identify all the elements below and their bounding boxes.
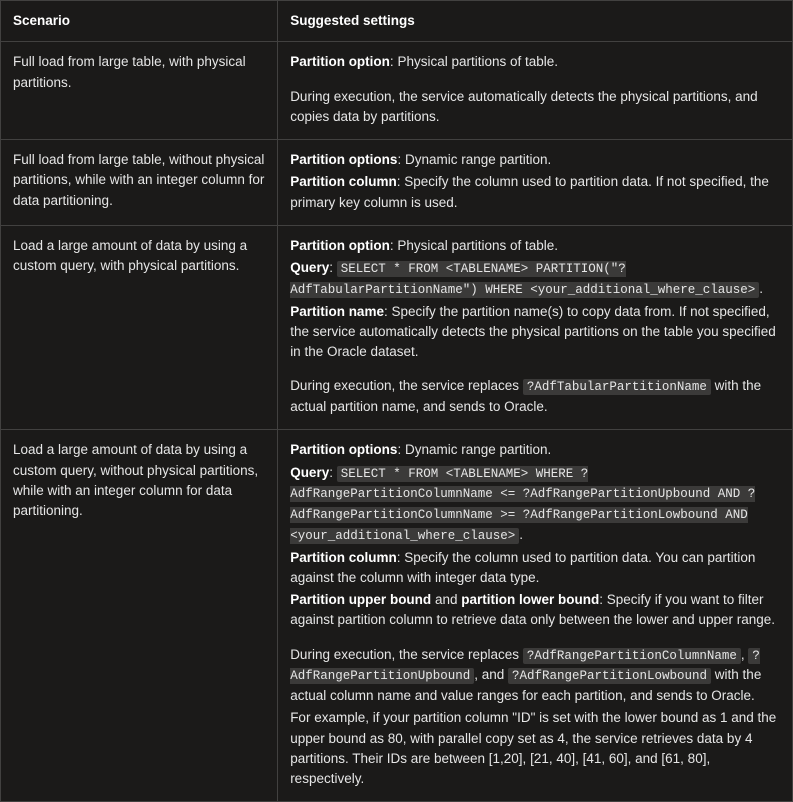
value: : Physical partitions of table. <box>390 238 558 253</box>
scenario-cell: Load a large amount of data by using a c… <box>1 430 278 802</box>
label: Partition column <box>290 174 397 189</box>
suggested-cell: Partition option: Physical partitions of… <box>278 225 793 430</box>
label: Partition options <box>290 152 397 167</box>
scenario-cell: Load a large amount of data by using a c… <box>1 225 278 430</box>
query-code: SELECT * FROM <TABLENAME> PARTITION("?Ad… <box>290 261 759 298</box>
label: Partition option <box>290 238 390 253</box>
table-row: Full load from large table, with physica… <box>1 42 793 140</box>
exec-note: During execution, the service automatica… <box>290 87 780 128</box>
value: : Dynamic range partition. <box>397 442 551 457</box>
and-word: and <box>431 592 461 607</box>
header-scenario: Scenario <box>1 1 278 42</box>
label: Query <box>290 465 329 480</box>
scenario-cell: Full load from large table, without phys… <box>1 140 278 226</box>
label: Query <box>290 260 329 275</box>
label: Partition upper bound <box>290 592 431 607</box>
settings-table: Scenario Suggested settings Full load fr… <box>0 0 793 802</box>
label: Partition name <box>290 304 384 319</box>
table-row: Load a large amount of data by using a c… <box>1 225 793 430</box>
value: : Dynamic range partition. <box>397 152 551 167</box>
header-suggested: Suggested settings <box>278 1 793 42</box>
inline-code: ?AdfRangePartitionLowbound <box>508 668 711 684</box>
exec-note: During execution, the service replaces ?… <box>290 376 780 417</box>
inline-code: ?AdfRangePartitionColumnName <box>523 648 741 664</box>
inline-code: ?AdfTabularPartitionName <box>523 379 711 395</box>
label: Partition column <box>290 550 397 565</box>
label: partition lower bound <box>461 592 599 607</box>
suggested-cell: Partition options: Dynamic range partiti… <box>278 430 793 802</box>
table-row: Load a large amount of data by using a c… <box>1 430 793 802</box>
example-note: For example, if your partition column "I… <box>290 708 780 789</box>
value: Physical partitions of table. <box>394 54 558 69</box>
suggested-cell: Partition options: Dynamic range partiti… <box>278 140 793 226</box>
scenario-cell: Full load from large table, with physica… <box>1 42 278 140</box>
label: Partition option <box>290 54 390 69</box>
table-row: Full load from large table, without phys… <box>1 140 793 226</box>
label: Partition options <box>290 442 397 457</box>
table-header-row: Scenario Suggested settings <box>1 1 793 42</box>
suggested-cell: Partition option: Physical partitions of… <box>278 42 793 140</box>
